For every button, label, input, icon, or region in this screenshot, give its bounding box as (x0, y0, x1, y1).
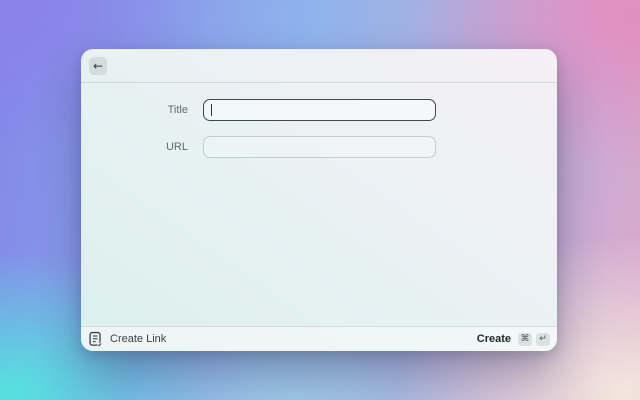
create-button[interactable]: Create ⌘ ↵ (476, 332, 550, 346)
form-area: Title URL (81, 83, 557, 326)
title-field-row: Title (81, 99, 557, 121)
title-label: Title (167, 104, 188, 116)
url-label: URL (165, 141, 188, 153)
window-footer: Create Link Create ⌘ ↵ (81, 326, 557, 351)
command-name-label: Create Link (110, 333, 167, 345)
text-caret (211, 104, 212, 116)
url-field-row: URL (81, 136, 557, 158)
footer-command-info: Create Link (88, 331, 166, 347)
url-input[interactable] (203, 136, 436, 158)
return-key-icon: ↵ (536, 332, 550, 346)
command-key-icon: ⌘ (518, 332, 532, 346)
back-button[interactable]: ← (89, 56, 107, 75)
window-header: ← (81, 49, 557, 83)
create-link-window: ← Title URL Create Link Create ⌘ ↵ (81, 49, 557, 351)
title-input[interactable] (203, 99, 436, 121)
back-arrow-icon: ← (92, 58, 104, 73)
create-link-list-pencil-icon (89, 331, 103, 347)
create-button-label: Create (476, 333, 511, 345)
